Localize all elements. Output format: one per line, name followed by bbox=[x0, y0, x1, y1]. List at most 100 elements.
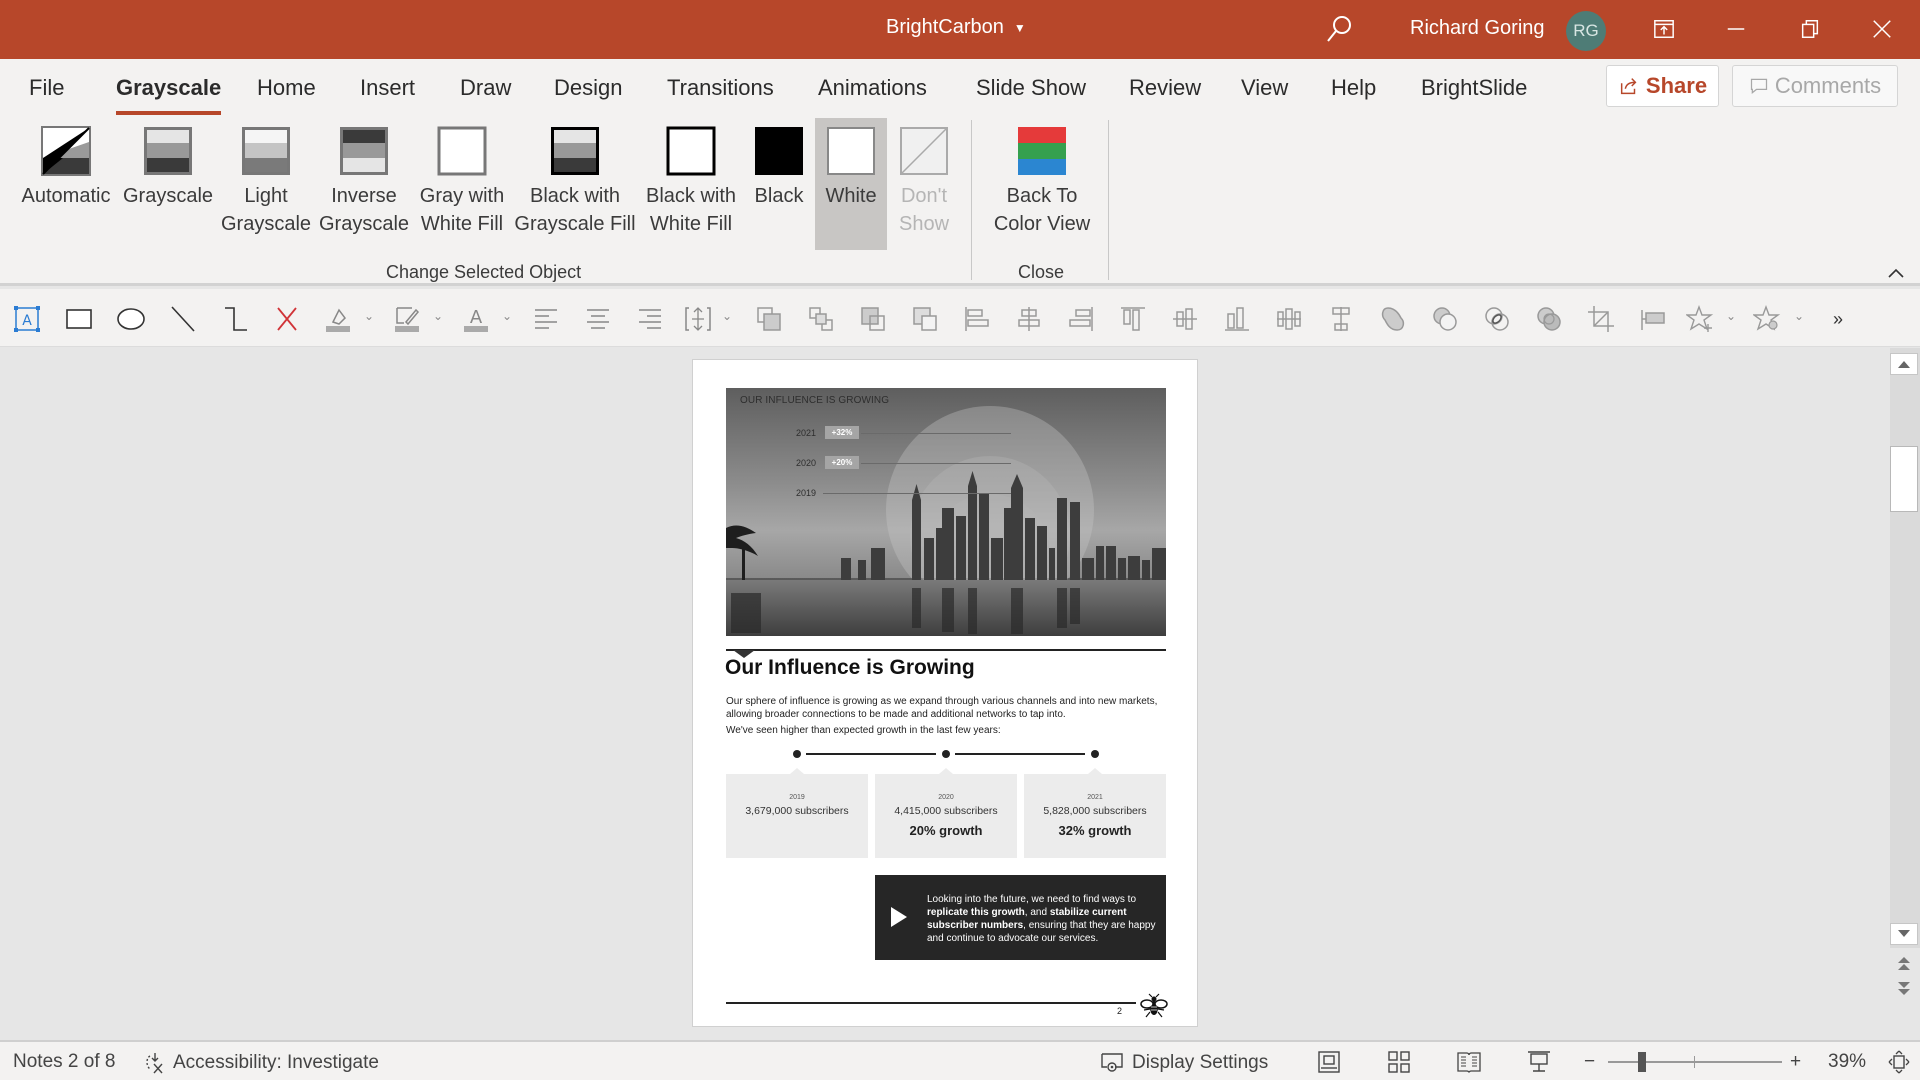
animation-effects-icon[interactable] bbox=[1752, 303, 1784, 335]
dont-show-button[interactable]: Don't Show bbox=[888, 118, 960, 250]
gray-white-fill-swatch-icon bbox=[437, 126, 487, 176]
scroll-up-button[interactable] bbox=[1890, 353, 1918, 375]
black-white-fill-button[interactable]: Black with White Fill bbox=[640, 118, 742, 250]
tab-file[interactable]: File bbox=[29, 75, 64, 101]
send-backward-icon[interactable] bbox=[857, 303, 889, 335]
accessibility-checker[interactable]: Accessibility: Investigate bbox=[143, 1051, 379, 1075]
display-settings-button[interactable]: Display Settings bbox=[1100, 1051, 1268, 1075]
shape-outline-icon[interactable] bbox=[391, 303, 423, 335]
light-grayscale-button[interactable]: Light Grayscale bbox=[216, 118, 316, 250]
tab-insert[interactable]: Insert bbox=[360, 75, 415, 101]
normal-view-icon[interactable] bbox=[1316, 1050, 1342, 1074]
automatic-button[interactable]: Automatic bbox=[16, 118, 116, 250]
align-objects-middle-icon[interactable] bbox=[1169, 303, 1201, 335]
merge-subtract-icon[interactable] bbox=[1533, 303, 1565, 335]
scrollbar-track[interactable] bbox=[1890, 348, 1920, 948]
crop-icon[interactable] bbox=[1585, 303, 1617, 335]
vertical-align-icon[interactable] bbox=[682, 303, 714, 335]
align-objects-left-icon[interactable] bbox=[961, 303, 993, 335]
merge-combine-icon[interactable] bbox=[1429, 303, 1461, 335]
chevron-down-icon[interactable]: ⌄ bbox=[502, 309, 512, 323]
align-objects-right-icon[interactable] bbox=[1065, 303, 1097, 335]
gray-white-fill-button[interactable]: Gray with White Fill bbox=[412, 118, 512, 250]
tab-view[interactable]: View bbox=[1241, 75, 1288, 101]
black-button[interactable]: Black bbox=[748, 118, 810, 250]
tab-slide-show[interactable]: Slide Show bbox=[976, 75, 1086, 101]
close-icon[interactable] bbox=[1862, 10, 1902, 48]
shape-fill-icon[interactable] bbox=[322, 303, 354, 335]
vertical-scrollbar[interactable] bbox=[1890, 348, 1920, 1040]
tab-grayscale[interactable]: Grayscale bbox=[116, 75, 222, 115]
align-objects-bottom-icon[interactable] bbox=[1221, 303, 1253, 335]
rectangle-icon[interactable] bbox=[63, 303, 95, 335]
merge-intersect-icon[interactable] bbox=[1481, 303, 1513, 335]
merge-union-icon[interactable] bbox=[1377, 303, 1409, 335]
distribute-vertically-icon[interactable] bbox=[1325, 303, 1357, 335]
group-icon[interactable] bbox=[805, 303, 837, 335]
avatar[interactable]: RG bbox=[1566, 11, 1606, 51]
inverse-grayscale-button[interactable]: Inverse Grayscale bbox=[314, 118, 414, 250]
tab-home[interactable]: Home bbox=[257, 75, 316, 101]
delete-icon[interactable] bbox=[271, 303, 303, 335]
oval-icon[interactable] bbox=[115, 303, 147, 335]
tab-transitions[interactable]: Transitions bbox=[667, 75, 774, 101]
add-animation-icon[interactable] bbox=[1685, 303, 1717, 335]
fit-slide-to-window-icon[interactable] bbox=[1886, 1050, 1912, 1074]
slide-sorter-icon[interactable] bbox=[1386, 1050, 1412, 1074]
align-objects-center-icon[interactable] bbox=[1013, 303, 1045, 335]
zoom-out-button[interactable]: − bbox=[1584, 1051, 1595, 1073]
more-tools-icon[interactable]: » bbox=[1822, 303, 1854, 335]
distribute-horizontally-icon[interactable] bbox=[1273, 303, 1305, 335]
scrollbar-thumb[interactable] bbox=[1890, 446, 1918, 512]
zoom-slider-thumb[interactable] bbox=[1638, 1052, 1646, 1072]
elbow-connector-icon[interactable] bbox=[219, 303, 251, 335]
next-page-icon[interactable] bbox=[1894, 980, 1914, 998]
line-icon[interactable] bbox=[167, 303, 199, 335]
font-color-icon[interactable]: A bbox=[460, 303, 492, 335]
notes-page[interactable]: OUR INFLUENCE IS GROWING 2021 +32% 2020 … bbox=[692, 359, 1198, 1027]
align-table-icon[interactable] bbox=[1637, 303, 1669, 335]
align-right-icon[interactable] bbox=[634, 303, 666, 335]
align-left-icon[interactable] bbox=[530, 303, 562, 335]
tab-review[interactable]: Review bbox=[1129, 75, 1201, 101]
search-icon[interactable] bbox=[1322, 12, 1356, 46]
text-box-icon[interactable]: A bbox=[11, 303, 43, 335]
zoom-slider[interactable] bbox=[1608, 1052, 1782, 1072]
tab-brightslide[interactable]: BrightSlide bbox=[1421, 75, 1527, 101]
chevron-down-icon[interactable]: ⌄ bbox=[1726, 309, 1736, 323]
black-grayscale-fill-button[interactable]: Black with Grayscale Fill bbox=[510, 118, 640, 250]
document-title[interactable]: BrightCarbon ▼ bbox=[886, 16, 1026, 39]
align-center-icon[interactable] bbox=[582, 303, 614, 335]
previous-page-icon[interactable] bbox=[1894, 954, 1914, 972]
ribbon-display-options-icon[interactable] bbox=[1644, 10, 1684, 48]
slide-thumbnail-image[interactable]: OUR INFLUENCE IS GROWING 2021 +32% 2020 … bbox=[726, 388, 1166, 636]
chevron-down-icon[interactable]: ▼ bbox=[1014, 21, 1026, 35]
reading-view-icon[interactable] bbox=[1456, 1050, 1482, 1074]
notes-page-indicator[interactable]: Notes 2 of 8 bbox=[13, 1051, 115, 1073]
white-button[interactable]: White bbox=[815, 118, 887, 250]
share-button[interactable]: Share bbox=[1606, 65, 1719, 107]
chevron-down-icon[interactable]: ⌄ bbox=[364, 309, 374, 323]
chevron-down-icon[interactable]: ⌄ bbox=[433, 309, 443, 323]
bring-forward-icon[interactable] bbox=[753, 303, 785, 335]
tab-draw[interactable]: Draw bbox=[460, 75, 511, 101]
grayscale-button[interactable]: Grayscale bbox=[118, 118, 218, 250]
comments-button[interactable]: Comments bbox=[1732, 65, 1898, 107]
zoom-level-button[interactable]: 39% bbox=[1828, 1051, 1866, 1073]
tab-animations[interactable]: Animations bbox=[818, 75, 927, 101]
minimize-icon[interactable] bbox=[1716, 10, 1756, 48]
chevron-down-icon[interactable]: ⌄ bbox=[1794, 309, 1804, 323]
tab-design[interactable]: Design bbox=[554, 75, 622, 101]
align-objects-top-icon[interactable] bbox=[1117, 303, 1149, 335]
back-to-color-view-button[interactable]: Back To Color View bbox=[984, 118, 1100, 250]
tab-help[interactable]: Help bbox=[1331, 75, 1376, 101]
scroll-down-button[interactable] bbox=[1890, 923, 1918, 945]
restore-icon[interactable] bbox=[1790, 10, 1830, 48]
zoom-in-button[interactable]: + bbox=[1790, 1051, 1801, 1073]
slide-show-icon[interactable] bbox=[1526, 1050, 1552, 1074]
bring-to-front-icon[interactable] bbox=[909, 303, 941, 335]
collapse-ribbon-icon[interactable] bbox=[1886, 264, 1906, 284]
chevron-down-icon[interactable]: ⌄ bbox=[722, 309, 732, 323]
hero-badge-2020: +20% bbox=[825, 456, 859, 469]
user-name[interactable]: Richard Goring bbox=[1410, 17, 1545, 40]
